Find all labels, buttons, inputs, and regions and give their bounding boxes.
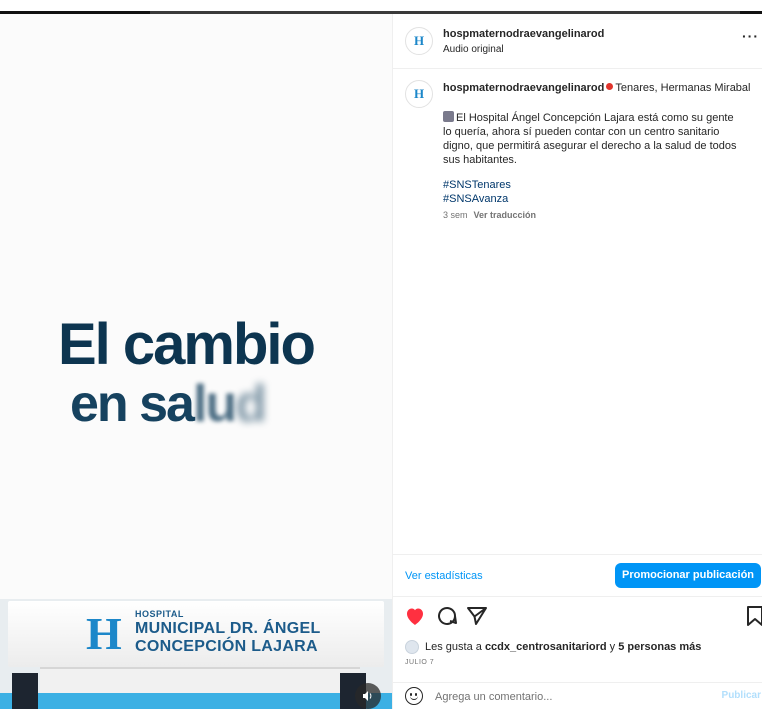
hashtag-link[interactable]: #SNSTenares	[443, 178, 511, 192]
caption-header: hospmaternodraevangelinarod Tenares, Herm…	[443, 82, 751, 94]
comment-bar: Publicar	[393, 682, 762, 709]
caption-username[interactable]: hospmaternodraevangelinarod	[443, 82, 604, 94]
liker-username[interactable]: ccdx_centrosanitariord	[485, 641, 607, 653]
post-header: H hospmaternodraevangelinarod Audio orig…	[393, 14, 762, 69]
avatar[interactable]: H	[405, 80, 433, 108]
caption-text: El Hospital Ángel Concepción Lajara está…	[443, 110, 743, 167]
building-blue-band	[0, 693, 392, 709]
caption-location: Tenares, Hermanas Mirabal	[615, 82, 751, 94]
sign-line-2: CONCEPCIÓN LAJARA	[135, 638, 318, 655]
hospital-logo: H	[86, 608, 122, 659]
hashtag-link[interactable]: #SNSAvanza	[443, 192, 511, 206]
header-username[interactable]: hospmaternodraevangelinarod	[443, 28, 604, 40]
share-icon[interactable]	[465, 604, 489, 628]
sign-line-1: MUNICIPAL DR. ÁNGEL	[135, 620, 321, 637]
avatar[interactable]: H	[405, 27, 433, 55]
translate-link[interactable]: Ver traducción	[474, 210, 537, 220]
post-action-icons	[393, 602, 762, 630]
hospital-emoji-icon	[443, 111, 454, 122]
emoji-mouth	[410, 696, 418, 700]
headline-part-c: d	[235, 375, 267, 433]
likes-prefix: Les gusta a	[425, 640, 485, 653]
likes-summary: Les gusta a ccdx_centrosanitariord y 5 p…	[405, 640, 701, 654]
video-player[interactable]: El cambio en salud H HOSPITAL MUNICIPAL …	[0, 14, 392, 709]
top-strip	[0, 0, 762, 14]
emoji-icon[interactable]	[405, 687, 423, 705]
headline-line-1: El cambio	[58, 312, 316, 377]
headline-part-a: en sa	[70, 375, 195, 433]
headline-part-b: lu	[192, 375, 237, 433]
post-date: JULIO 7	[405, 659, 435, 666]
more-options-icon[interactable]: ···	[742, 28, 759, 44]
sign-hospital-text: HOSPITAL	[135, 609, 184, 619]
video-headline: El cambio en salud	[58, 312, 316, 433]
heart-icon[interactable]	[403, 604, 427, 628]
hospital-building-image: H HOSPITAL MUNICIPAL DR. ÁNGEL CONCEPCIÓ…	[0, 599, 392, 709]
comment-icon[interactable]	[435, 604, 459, 628]
caption-body: El Hospital Ángel Concepción Lajara está…	[443, 112, 737, 166]
post-details-panel: H hospmaternodraevangelinarod Audio orig…	[392, 14, 762, 709]
caption-meta: 3 sem Ver traducción	[443, 210, 536, 220]
promote-post-button[interactable]: Promocionar publicación	[615, 563, 761, 588]
likes-others[interactable]: 5 personas más	[618, 641, 701, 653]
bookmark-icon[interactable]	[743, 604, 762, 628]
building-sign: H HOSPITAL MUNICIPAL DR. ÁNGEL CONCEPCIÓ…	[8, 601, 384, 667]
insights-bar: Ver estadísticas Promocionar publicación	[393, 554, 762, 597]
headline-line-2: en salud	[70, 376, 314, 432]
building-pillar	[12, 673, 38, 709]
audio-label[interactable]: Audio original	[443, 44, 504, 55]
hashtags: #SNSTenares #SNSAvanza	[443, 178, 511, 206]
publish-button[interactable]: Publicar	[722, 690, 761, 701]
comment-input[interactable]	[435, 689, 705, 705]
building-canopy	[40, 667, 360, 693]
location-pin-icon	[606, 83, 614, 90]
likes-middle: y	[606, 640, 619, 653]
speaker-icon[interactable]	[355, 683, 381, 709]
avatar-logo: H	[413, 86, 425, 101]
view-stats-link[interactable]: Ver estadísticas	[405, 570, 483, 582]
liker-avatar[interactable]	[405, 640, 419, 654]
avatar-logo: H	[413, 33, 425, 48]
post-time: 3 sem	[443, 210, 468, 220]
